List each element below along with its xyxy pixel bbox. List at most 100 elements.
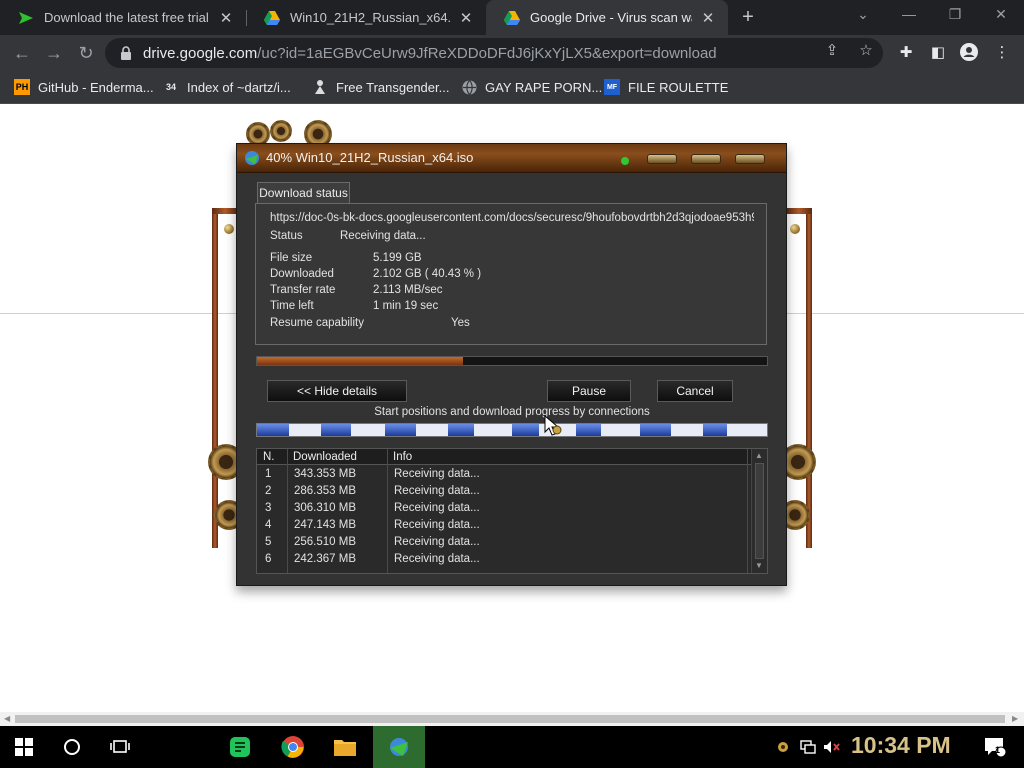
- minimize-button[interactable]: [647, 154, 677, 164]
- close-icon[interactable]: ✕: [458, 9, 474, 27]
- table-row[interactable]: 2 286.353 MB Receiving data...: [257, 483, 751, 500]
- tab-strip: Download the latest free trial v ✕ Win10…: [0, 0, 1024, 35]
- idm-tray-icon[interactable]: [775, 726, 791, 768]
- column-header-info[interactable]: Info: [393, 451, 412, 463]
- scroll-left-arrow-icon[interactable]: ◀: [4, 714, 10, 723]
- table-vertical-scrollbar[interactable]: ▲ ▼: [751, 449, 767, 573]
- bookmark-globe[interactable]: GAY RAPE PORN...: [461, 78, 602, 96]
- connection-progress-segment: [575, 424, 602, 436]
- idm-globe-icon: [245, 151, 259, 165]
- scrollbar-thumb[interactable]: [15, 715, 1005, 723]
- bookmark-free-transgender[interactable]: Free Transgender...: [312, 78, 449, 96]
- close-window-button[interactable]: ✕: [978, 0, 1024, 30]
- scroll-down-arrow-icon[interactable]: ▼: [755, 561, 763, 570]
- address-bar[interactable]: drive.google.com/uc?id=1aEGBvCeUrw9JfReX…: [105, 38, 883, 68]
- table-row[interactable]: 3 306.310 MB Receiving data...: [257, 500, 751, 517]
- bookmark-file-roulette[interactable]: MF FILE ROULETTE: [604, 78, 728, 96]
- scroll-up-arrow-icon[interactable]: ▲: [755, 451, 763, 460]
- globe-icon: [461, 79, 477, 95]
- pause-button[interactable]: Pause: [547, 380, 631, 402]
- tab-title: Google Drive - Virus scan warni: [530, 10, 692, 25]
- connections-table: N. Downloaded Info 1 343.353 MB Receivin…: [256, 448, 768, 574]
- close-icon[interactable]: ✕: [218, 9, 234, 27]
- tab-google-drive-virus-scan[interactable]: Google Drive - Virus scan warni ✕: [486, 0, 728, 35]
- google-drive-icon: [264, 10, 280, 26]
- tab-download-status[interactable]: Download status: [257, 182, 350, 204]
- downloaded-label: Downloaded: [270, 268, 334, 280]
- notification-center-icon[interactable]: 1: [982, 726, 1008, 768]
- extensions-puzzle-icon[interactable]: ✚: [896, 43, 916, 63]
- tab-search-icon[interactable]: ⌄: [840, 0, 886, 30]
- table-row[interactable]: 4 247.143 MB Receiving data...: [257, 517, 751, 534]
- doll-icon: [312, 79, 328, 95]
- status-label: Status: [270, 230, 303, 242]
- file-explorer-icon[interactable]: [327, 726, 363, 768]
- column-header-n[interactable]: N.: [263, 451, 275, 463]
- reload-button[interactable]: ↻: [72, 39, 100, 67]
- idm-download-dialog: 40% Win10_21H2_Russian_x64.iso Download …: [236, 143, 787, 586]
- cell-n: 1: [265, 468, 272, 480]
- browser-toolbar: ← → ↻ drive.google.com/uc?id=1aEGBvCeUrw…: [0, 35, 1024, 71]
- share-icon[interactable]: ⇪: [823, 42, 841, 60]
- back-button[interactable]: ←: [8, 39, 36, 67]
- url-path: /uc?id=1aEGBvCeUrw9JfReXDDoDFdJ6jKxYjLX5…: [257, 44, 717, 62]
- connection-progress-segment: [320, 424, 351, 436]
- hide-details-button[interactable]: << Hide details: [267, 380, 407, 402]
- bookmark-label: GitHub - Enderma...: [38, 79, 154, 95]
- steampunk-pipe-elbow-left: [212, 208, 238, 214]
- bookmark-index-of-dartz[interactable]: 34 Index of ~dartz/i...: [163, 78, 291, 96]
- cell-info: Receiving data...: [394, 468, 480, 480]
- restore-button[interactable]: ❐: [932, 0, 978, 30]
- forward-button[interactable]: →: [40, 39, 68, 67]
- connection-progress-segment: [703, 424, 728, 436]
- chrome-icon[interactable]: [275, 726, 311, 768]
- search-circle-icon[interactable]: [56, 726, 88, 768]
- time-left-value: 1 min 19 sec: [373, 300, 439, 312]
- table-row[interactable]: 6 242.367 MB Receiving data...: [257, 551, 751, 568]
- table-row[interactable]: 5 256.510 MB Receiving data...: [257, 534, 751, 551]
- scrollbar-thumb[interactable]: [755, 463, 764, 559]
- cell-downloaded: 242.367 MB: [294, 553, 357, 565]
- new-tab-button[interactable]: +: [737, 6, 759, 28]
- scroll-right-arrow-icon[interactable]: ▶: [1012, 714, 1018, 723]
- dialog-title: 40% Win10_21H2_Russian_x64.iso: [266, 150, 474, 165]
- google-drive-icon: [504, 10, 520, 26]
- file-size-label: File size: [270, 252, 313, 264]
- download-progress-bar: [256, 356, 768, 366]
- tab-idm-download[interactable]: Download the latest free trial v ✕: [0, 0, 246, 35]
- dialog-title-bar[interactable]: 40% Win10_21H2_Russian_x64.iso: [237, 144, 786, 173]
- notes-app-icon[interactable]: [222, 726, 258, 768]
- table-row[interactable]: 1 343.353 MB Receiving data...: [257, 466, 751, 483]
- task-view-icon[interactable]: [104, 726, 136, 768]
- downloaded-value: 2.102 GB ( 40.43 % ): [373, 268, 482, 280]
- close-button[interactable]: [735, 154, 765, 164]
- minimize-button[interactable]: —: [886, 0, 932, 30]
- cell-info: Receiving data...: [394, 485, 480, 497]
- url-domain: drive.google.com: [143, 44, 258, 62]
- bookmark-star-icon[interactable]: ☆: [857, 42, 875, 60]
- profile-avatar-icon[interactable]: [959, 43, 979, 63]
- taskbar-clock[interactable]: 10:34 PM: [851, 732, 951, 759]
- cell-n: 5: [265, 536, 272, 548]
- volume-muted-icon[interactable]: [822, 726, 842, 768]
- page-horizontal-scrollbar[interactable]: ◀ ▶: [0, 712, 1024, 726]
- idm-arrow-icon: [18, 10, 34, 26]
- column-header-downloaded[interactable]: Downloaded: [293, 451, 357, 463]
- tab-title: Win10_21H2_Russian_x64.iso: [290, 10, 450, 25]
- cancel-button[interactable]: Cancel: [657, 380, 733, 402]
- cell-info: Receiving data...: [394, 553, 480, 565]
- windows-start-icon[interactable]: [8, 726, 40, 768]
- status-value: Receiving data...: [340, 230, 426, 242]
- cell-downloaded: 306.310 MB: [294, 502, 357, 514]
- close-icon[interactable]: ✕: [700, 9, 716, 27]
- idm-taskbar-icon[interactable]: [373, 726, 425, 768]
- kebab-menu-icon[interactable]: ⋮: [992, 43, 1012, 63]
- network-icon[interactable]: [798, 726, 818, 768]
- maximize-button[interactable]: [691, 154, 721, 164]
- resume-capability-label: Resume capability: [270, 317, 364, 329]
- bookmark-github[interactable]: PH GitHub - Enderma...: [14, 78, 154, 96]
- connection-progress-segment: [639, 424, 672, 436]
- tab-win10-iso[interactable]: Win10_21H2_Russian_x64.iso ✕: [246, 0, 486, 35]
- side-panel-icon[interactable]: ◧: [928, 43, 948, 63]
- lock-icon[interactable]: [119, 46, 133, 60]
